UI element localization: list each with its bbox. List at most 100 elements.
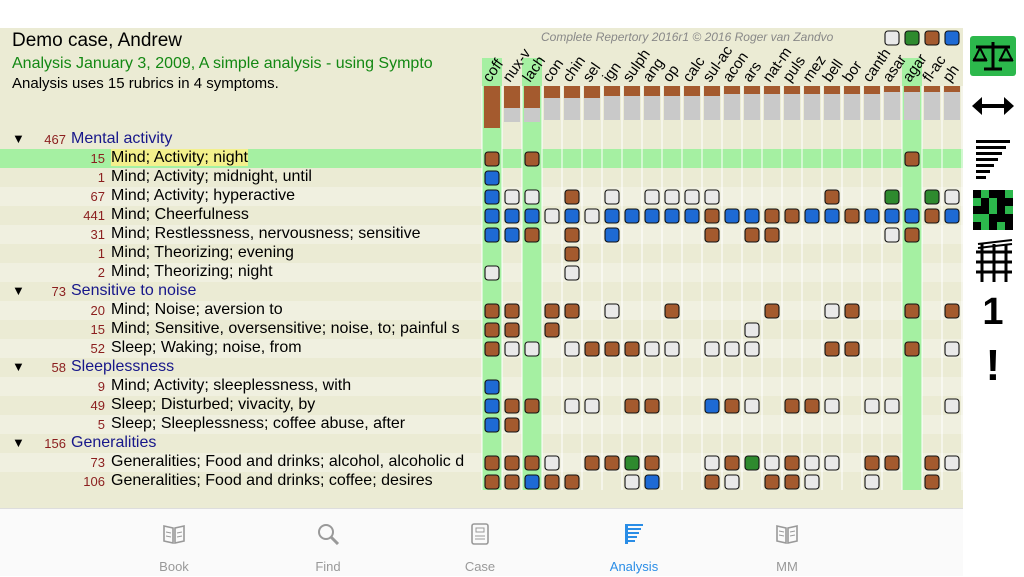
- remedy-label[interactable]: sel: [579, 60, 604, 85]
- rubric-count: 52: [90, 341, 105, 356]
- remedy-label[interactable]: ang: [639, 55, 667, 85]
- tab-book[interactable]: Book: [124, 509, 224, 577]
- collapse-triangle-icon[interactable]: ▼: [12, 359, 25, 374]
- remedy-label[interactable]: calc: [679, 53, 709, 85]
- balance-scale-icon[interactable]: [970, 36, 1016, 76]
- score-bar-brown: [864, 86, 880, 94]
- rubric-row[interactable]: 441 Mind; Cheerfulness: [0, 206, 963, 225]
- rubric-count: 73: [51, 284, 66, 299]
- horizontal-arrows-icon[interactable]: [970, 86, 1016, 126]
- tab-mm-label: MM: [776, 559, 798, 574]
- remedy-label[interactable]: puls: [779, 53, 809, 85]
- rubric-label: Mind; Theorizing; evening: [111, 244, 294, 261]
- score-bar-brown: [524, 86, 540, 108]
- symptom-label: Sleeplessness: [71, 358, 175, 375]
- score-bar-brown: [664, 86, 680, 96]
- score-bar-brown: [544, 86, 560, 98]
- symptom-row[interactable]: ▼ 156 Generalities: [0, 434, 963, 453]
- score-bar-gray: [524, 108, 540, 122]
- score-bar-brown: [924, 86, 940, 92]
- score-bar-brown: [844, 86, 860, 94]
- score-bar-gray: [704, 96, 720, 120]
- remedy-label[interactable]: ign: [599, 59, 624, 85]
- legend-box[interactable]: [884, 30, 900, 46]
- remedy-label[interactable]: fl-ac: [919, 52, 949, 85]
- book-icon: [163, 525, 185, 544]
- remedy-label[interactable]: ars: [739, 58, 765, 85]
- number-one-button[interactable]: 1: [970, 292, 1016, 332]
- rubric-label: Generalities; Food and drinks; alcohol, …: [111, 453, 465, 470]
- rubric-row[interactable]: 49 Sleep; Disturbed; vivacity, by: [0, 396, 963, 415]
- rubric-label: Mind; Activity; night: [111, 149, 483, 167]
- exclamation-button[interactable]: !: [970, 344, 1016, 388]
- rubric-row[interactable]: 9 Mind; Activity; sleeplessness, with: [0, 377, 963, 396]
- remedy-label[interactable]: op: [659, 62, 682, 85]
- symptom-row[interactable]: ▼ 73 Sensitive to noise: [0, 282, 963, 301]
- legend-box[interactable]: [904, 30, 920, 46]
- rubric-row[interactable]: 67 Mind; Activity; hyperactive: [0, 187, 963, 206]
- rubric-count: 58: [51, 360, 66, 375]
- rubric-row[interactable]: 1 Mind; Theorizing; evening: [0, 244, 963, 263]
- score-bar-gray: [784, 94, 800, 120]
- remedy-label[interactable]: bor: [839, 58, 865, 86]
- rubric-label: Sleep; Sleeplessness; coffee abuse, afte…: [111, 415, 406, 432]
- remedy-label[interactable]: lach: [519, 53, 549, 85]
- score-bar-brown: [604, 86, 620, 96]
- symptom-row[interactable]: ▼ 58 Sleeplessness: [0, 358, 963, 377]
- rubric-count: 5: [97, 417, 105, 432]
- grid-pattern-icon[interactable]: [970, 188, 1016, 230]
- tab-mm[interactable]: MM: [737, 509, 837, 577]
- rubric-row[interactable]: 52 Sleep; Waking; noise, from: [0, 339, 963, 358]
- score-bar-brown: [804, 86, 820, 94]
- rubric-row[interactable]: 15 Mind; Activity; night: [0, 149, 963, 168]
- collapse-triangle-icon[interactable]: ▼: [12, 435, 25, 450]
- remedy-label[interactable]: mez: [799, 52, 829, 85]
- symptom-row[interactable]: ▼ 467 Mental activity: [0, 130, 963, 149]
- remedy-label[interactable]: sulph: [619, 46, 653, 85]
- rubric-row[interactable]: 20 Mind; Noise; aversion to: [0, 301, 963, 320]
- rubric-row[interactable]: 1 Mind; Activity; midnight, until: [0, 168, 963, 187]
- score-bar-gray: [884, 92, 900, 120]
- remedy-label[interactable]: coff: [479, 55, 507, 85]
- score-bar-gray: [824, 94, 840, 120]
- analysis-subtitle[interactable]: Analysis January 3, 2009, A simple analy…: [12, 55, 482, 73]
- rubric-count: 441: [83, 208, 105, 223]
- tab-case[interactable]: Case: [430, 509, 530, 577]
- score-bar-brown: [744, 86, 760, 94]
- rubric-row[interactable]: 2 Mind; Theorizing; night: [0, 263, 963, 282]
- rubric-row[interactable]: 15 Mind; Sensitive, oversensitive; noise,…: [0, 320, 963, 339]
- remedy-label[interactable]: chin: [559, 53, 589, 85]
- tab-find[interactable]: Find: [278, 509, 378, 577]
- remedy-label[interactable]: ph: [939, 62, 962, 85]
- score-bar-brown: [504, 86, 520, 108]
- remedy-label[interactable]: nux-v: [499, 45, 534, 85]
- sort-lines-icon[interactable]: [970, 138, 1016, 179]
- rubric-row[interactable]: 5 Sleep; Sleeplessness; coffee abuse, aft…: [0, 415, 963, 434]
- legend-boxes[interactable]: [884, 30, 960, 48]
- remedy-label[interactable]: sul-ac: [699, 42, 736, 85]
- symptom-label: Mental activity: [71, 130, 173, 147]
- rubric-count: 73: [90, 455, 105, 470]
- legend-box[interactable]: [924, 30, 940, 46]
- rubric-row[interactable]: 73 Generalities; Food and drinks; alcohol…: [0, 453, 963, 472]
- remedy-label[interactable]: bell: [819, 56, 846, 85]
- rubric-count: 31: [90, 227, 105, 242]
- collapse-triangle-icon[interactable]: ▼: [12, 131, 25, 146]
- remedy-label[interactable]: canth: [859, 45, 894, 85]
- remedy-label[interactable]: nat-m: [759, 44, 795, 85]
- remedy-label[interactable]: agar: [899, 51, 930, 85]
- rubric-label: Mind; Sensitive, oversensitive; noise, t…: [111, 320, 460, 337]
- rubric-row[interactable]: 31 Mind; Restlessness, nervousness; sensi…: [0, 225, 963, 244]
- legend-box[interactable]: [944, 30, 960, 46]
- rubric-label: Mind; Cheerfulness: [111, 206, 249, 223]
- score-bar-gray: [844, 94, 860, 120]
- tab-find-label: Find: [315, 559, 341, 574]
- hash-grid-icon[interactable]: [970, 238, 1016, 282]
- case-icon: [471, 523, 489, 545]
- collapse-triangle-icon[interactable]: ▼: [12, 283, 25, 298]
- tab-analysis[interactable]: Analysis: [584, 509, 684, 577]
- remedy-label[interactable]: con: [539, 56, 567, 86]
- rubric-row[interactable]: 106 Generalities; Food and drinks; coffee…: [0, 472, 963, 491]
- remedy-label[interactable]: acon: [719, 49, 752, 85]
- remedy-label[interactable]: asar: [879, 52, 910, 86]
